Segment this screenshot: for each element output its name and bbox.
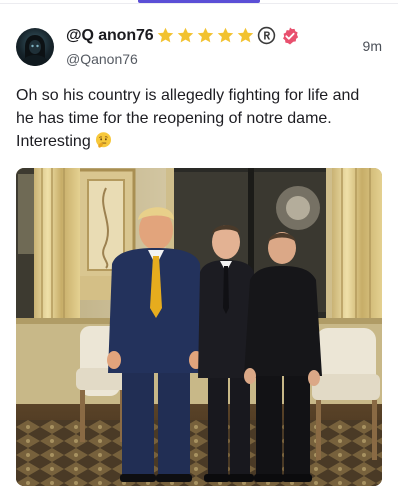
star-icon bbox=[177, 27, 193, 43]
star-icon bbox=[237, 27, 253, 43]
thinking-face-emoji-icon bbox=[95, 132, 111, 148]
star-icon bbox=[217, 27, 233, 43]
post-photo[interactable] bbox=[16, 168, 382, 486]
photo-image bbox=[16, 168, 382, 486]
verified-icon bbox=[282, 27, 298, 45]
post-card[interactable]: @Q anon76 @Qanon76 9m Oh so his country … bbox=[0, 4, 398, 500]
author-identity: @Q anon76 @Qanon76 bbox=[66, 24, 382, 67]
star-icon bbox=[157, 27, 173, 43]
name-row: @Q anon76 bbox=[66, 24, 382, 48]
display-name[interactable]: @Q anon76 bbox=[66, 27, 154, 45]
post-text: Oh so his country is allegedly fighting … bbox=[16, 87, 360, 150]
badge-row bbox=[156, 26, 300, 46]
registered-icon bbox=[257, 26, 275, 45]
avatar[interactable] bbox=[16, 28, 54, 66]
author-handle[interactable]: @Qanon76 bbox=[66, 51, 382, 67]
star-icon bbox=[197, 27, 213, 43]
post-timestamp: 9m bbox=[362, 38, 382, 54]
hooded-figure-icon bbox=[20, 35, 50, 66]
post-header: @Q anon76 @Qanon76 9m bbox=[16, 24, 382, 70]
post-body: Oh so his country is allegedly fighting … bbox=[16, 84, 380, 153]
